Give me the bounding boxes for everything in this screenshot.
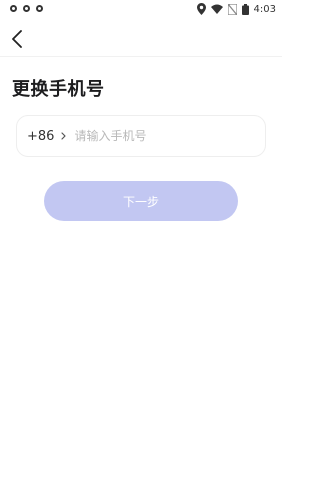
page-title: 更换手机号 [12,79,105,100]
battery-icon [241,3,249,15]
chevron-left-icon [12,30,22,48]
change-phone-screen: 4:03 更换手机号 +86 下一步 [0,0,282,500]
chevron-right-icon [61,132,67,140]
next-step-button[interactable]: 下一步 [44,181,238,221]
notification-icons [10,5,43,12]
country-code-label: +86 [27,128,55,144]
notification-dot-icon [23,5,30,12]
status-bar: 4:03 [0,0,282,20]
status-time: 4:03 [253,3,276,15]
phone-number-input[interactable] [74,129,265,143]
location-icon [196,3,206,15]
top-navigation-bar [0,24,282,57]
notification-dot-icon [36,5,43,12]
phone-number-field: +86 [16,115,266,157]
country-code-selector[interactable]: +86 [27,129,74,144]
notification-dot-icon [10,5,17,12]
wifi-icon [210,4,223,14]
system-status: 4:03 [196,3,276,15]
no-sim-icon [227,3,237,15]
back-button[interactable] [6,28,28,50]
